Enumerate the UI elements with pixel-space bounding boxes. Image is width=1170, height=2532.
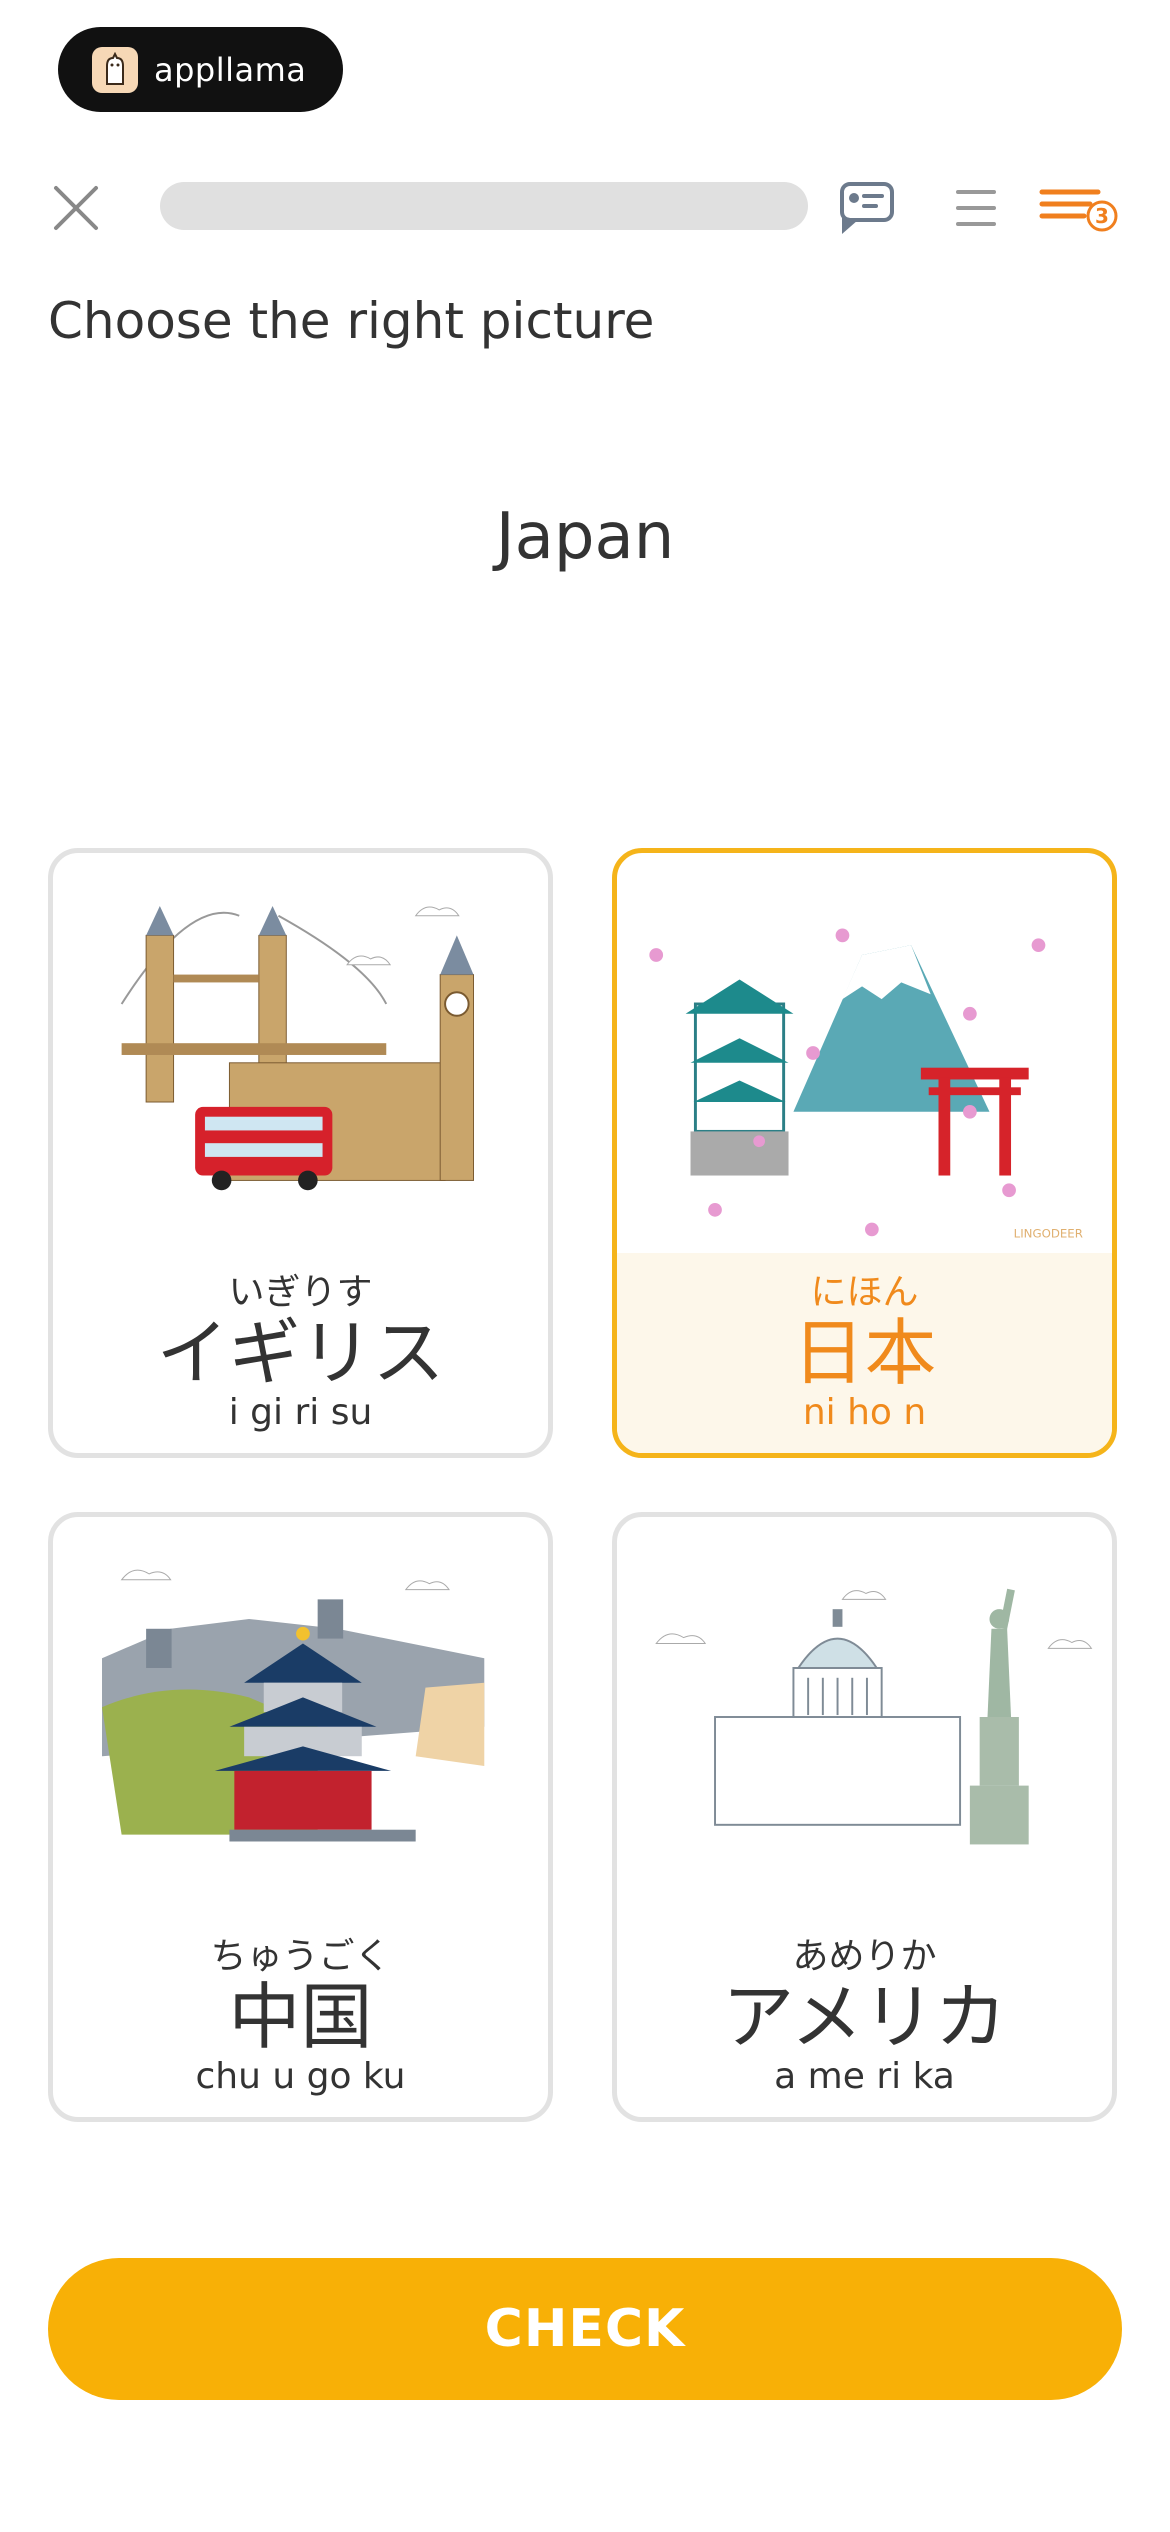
- option-label: ちゅうごく 中国 chu u go ku: [53, 1917, 548, 2117]
- option-romaji: ni ho n: [802, 1392, 927, 1433]
- option-card-japan[interactable]: LINGODEER にほん 日本 ni ho n: [612, 848, 1117, 1458]
- option-romaji: chu u go ku: [195, 2056, 406, 2097]
- llama-logo-icon: [92, 46, 138, 93]
- close-button[interactable]: [48, 180, 104, 236]
- option-card-china[interactable]: ちゅうごく 中国 chu u go ku: [48, 1512, 553, 2122]
- option-card-america[interactable]: あめりか アメリカ a me ri ka: [612, 1512, 1117, 2122]
- china-landmarks-illustration: [53, 1517, 548, 1917]
- option-card-uk[interactable]: いぎりす イギリス i gi ri su: [48, 848, 553, 1458]
- lesson-topbar: 3: [0, 170, 1170, 240]
- lesson-progress-bar: [160, 182, 808, 230]
- check-button[interactable]: CHECK: [48, 2258, 1122, 2400]
- option-kana: あめりか: [792, 1936, 937, 1977]
- appllama-badge: appllama: [58, 27, 343, 112]
- grammar-tip-button[interactable]: [836, 176, 900, 240]
- option-romaji: a me ri ka: [774, 2056, 955, 2097]
- instruction-text: Choose the right picture: [48, 292, 655, 350]
- option-label: にほん 日本 ni ho n: [617, 1253, 1112, 1453]
- question-queue-button[interactable]: 3: [1036, 176, 1124, 240]
- option-kana: ちゅうごく: [210, 1936, 391, 1977]
- option-romaji: i gi ri su: [228, 1392, 373, 1433]
- queue-count-badge: 3: [1095, 204, 1109, 228]
- tip-card-icon: [840, 182, 894, 234]
- close-icon: [54, 186, 98, 230]
- option-word: アメリカ: [722, 1975, 1007, 2059]
- option-word: イギリス: [156, 1311, 445, 1395]
- prompt-word: Japan: [495, 500, 675, 574]
- option-word: 日本: [792, 1311, 937, 1395]
- option-label: いぎりす イギリス i gi ri su: [53, 1253, 548, 1453]
- option-kana: にほん: [810, 1272, 919, 1313]
- option-label: あめりか アメリカ a me ri ka: [617, 1917, 1112, 2117]
- option-word: 中国: [228, 1975, 373, 2059]
- menu-button[interactable]: [944, 176, 1008, 240]
- brand-name: appllama: [154, 50, 307, 89]
- option-kana: いぎりす: [228, 1272, 373, 1313]
- london-landmarks-illustration: [53, 853, 548, 1253]
- japan-landmarks-illustration: LINGODEER: [617, 853, 1112, 1253]
- usa-landmarks-illustration: [617, 1517, 1112, 1917]
- queue-list-icon: 3: [1039, 189, 1118, 232]
- hamburger-menu-icon: [956, 190, 996, 226]
- image-watermark: LINGODEER: [1014, 1226, 1083, 1240]
